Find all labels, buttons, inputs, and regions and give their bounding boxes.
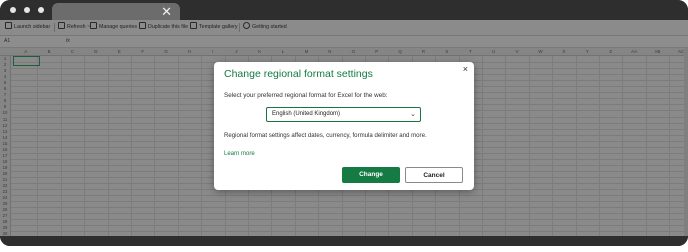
column-header[interactable]: H xyxy=(180,48,200,55)
tab-close-icon[interactable]: ✕ xyxy=(161,3,172,20)
toolbar-divider xyxy=(239,23,240,32)
toolbar-getting-started[interactable]: Getting started xyxy=(243,20,287,35)
selected-format: English (United Kingdom) xyxy=(272,111,341,117)
duplicate-icon xyxy=(139,22,146,29)
learn-more-link[interactable]: Learn more xyxy=(224,151,255,157)
gridline xyxy=(11,219,688,221)
dialog-title: Change regional format settings xyxy=(224,68,373,80)
column-header[interactable]: O xyxy=(343,48,363,55)
toolbar-divider xyxy=(54,23,55,32)
formula-bar: A1 fx xyxy=(0,36,688,48)
column-header[interactable]: R xyxy=(414,48,434,55)
column-header[interactable]: M xyxy=(297,48,317,55)
selected-cell[interactable] xyxy=(13,56,40,66)
row-headers: 1 2 3 4 5 6 7 8 9 10 11 12 13 14 15 16 17 18 19 20 21 22 23 24 2… xyxy=(0,56,11,236)
toolbar-label: Duplicate this file xyxy=(148,24,189,30)
column-header[interactable]: K xyxy=(250,48,270,55)
vertical-scrollbar[interactable] xyxy=(684,48,688,236)
window-close-dot[interactable] xyxy=(10,7,16,13)
column-header[interactable]: X xyxy=(554,48,574,55)
column-headers: A B C D E F G H I J K L M N O P Q R S T U V W X Y Z AA AB AC xyxy=(0,48,688,56)
queries-icon xyxy=(90,22,97,29)
toolbar-template-gallery[interactable]: Template gallery xyxy=(190,20,238,35)
column-header[interactable]: E xyxy=(109,48,129,55)
regional-format-dialog: Change regional format settings × Select… xyxy=(214,62,474,190)
refresh-icon xyxy=(58,22,65,29)
column-header[interactable]: S xyxy=(437,48,457,55)
template-icon xyxy=(190,22,197,29)
column-header[interactable]: AB xyxy=(648,48,668,55)
column-header[interactable]: B xyxy=(39,48,59,55)
addin-toolbar: Launch sidebar Refresh ~ Manage queries … xyxy=(0,20,688,36)
name-box[interactable]: A1 xyxy=(4,36,10,47)
close-icon[interactable]: × xyxy=(463,64,468,74)
dialog-info-text: Regional format settings affect dates, c… xyxy=(224,132,427,139)
column-header[interactable]: Z xyxy=(601,48,621,55)
toolbar-label: Launch sidebar xyxy=(14,24,51,30)
column-header[interactable]: J xyxy=(226,48,246,55)
column-header[interactable]: F xyxy=(133,48,153,55)
sidebar-icon xyxy=(5,22,12,29)
regional-format-select[interactable]: English (United Kingdom) ⌄ xyxy=(266,107,421,122)
column-header[interactable]: Y xyxy=(577,48,597,55)
column-header[interactable]: U xyxy=(484,48,504,55)
window-bottom-bar xyxy=(0,236,688,246)
column-header[interactable]: T xyxy=(460,48,480,55)
gridline xyxy=(11,231,688,233)
column-header[interactable]: V xyxy=(507,48,527,55)
toolbar-label: Manage queries xyxy=(99,24,137,30)
column-header[interactable]: N xyxy=(320,48,340,55)
app-window: ✕ Launch sidebar Refresh ~ Manage querie… xyxy=(0,0,688,246)
dialog-prompt: Select your preferred regional format fo… xyxy=(224,92,388,99)
column-header[interactable]: AA xyxy=(624,48,644,55)
toolbar-manage-queries[interactable]: Manage queries xyxy=(90,20,137,35)
window-minimize-dot[interactable] xyxy=(24,7,30,13)
help-icon xyxy=(243,22,250,29)
gridline xyxy=(11,225,688,227)
toolbar-refresh[interactable]: Refresh ~ xyxy=(58,20,90,35)
gridline xyxy=(11,213,688,215)
formula-input[interactable] xyxy=(80,36,680,47)
toolbar-label: Getting started xyxy=(252,24,287,30)
column-header[interactable]: G xyxy=(156,48,176,55)
column-header[interactable]: A xyxy=(16,48,36,55)
cancel-button[interactable]: Cancel xyxy=(405,167,463,183)
toolbar-label: Refresh ~ xyxy=(67,24,91,30)
chevron-down-icon: ⌄ xyxy=(410,111,416,118)
column-header[interactable]: W xyxy=(531,48,551,55)
change-button[interactable]: Change xyxy=(342,167,400,183)
gridline xyxy=(11,195,688,197)
column-header[interactable]: C xyxy=(63,48,83,55)
column-header[interactable]: L xyxy=(273,48,293,55)
column-header[interactable]: D xyxy=(86,48,106,55)
column-header[interactable]: I xyxy=(203,48,223,55)
toolbar-label: Template gallery xyxy=(199,24,238,30)
toolbar-duplicate-file[interactable]: Duplicate this file xyxy=(139,20,188,35)
gridline xyxy=(11,201,688,203)
column-header[interactable]: P xyxy=(367,48,387,55)
column-header[interactable]: Q xyxy=(390,48,410,55)
browser-tab[interactable]: ✕ xyxy=(52,3,180,20)
window-maximize-dot[interactable] xyxy=(38,7,44,13)
fx-icon: fx xyxy=(66,38,70,44)
gridline xyxy=(11,207,688,209)
browser-titlebar: ✕ xyxy=(0,0,688,20)
toolbar-launch-sidebar[interactable]: Launch sidebar xyxy=(5,20,50,35)
